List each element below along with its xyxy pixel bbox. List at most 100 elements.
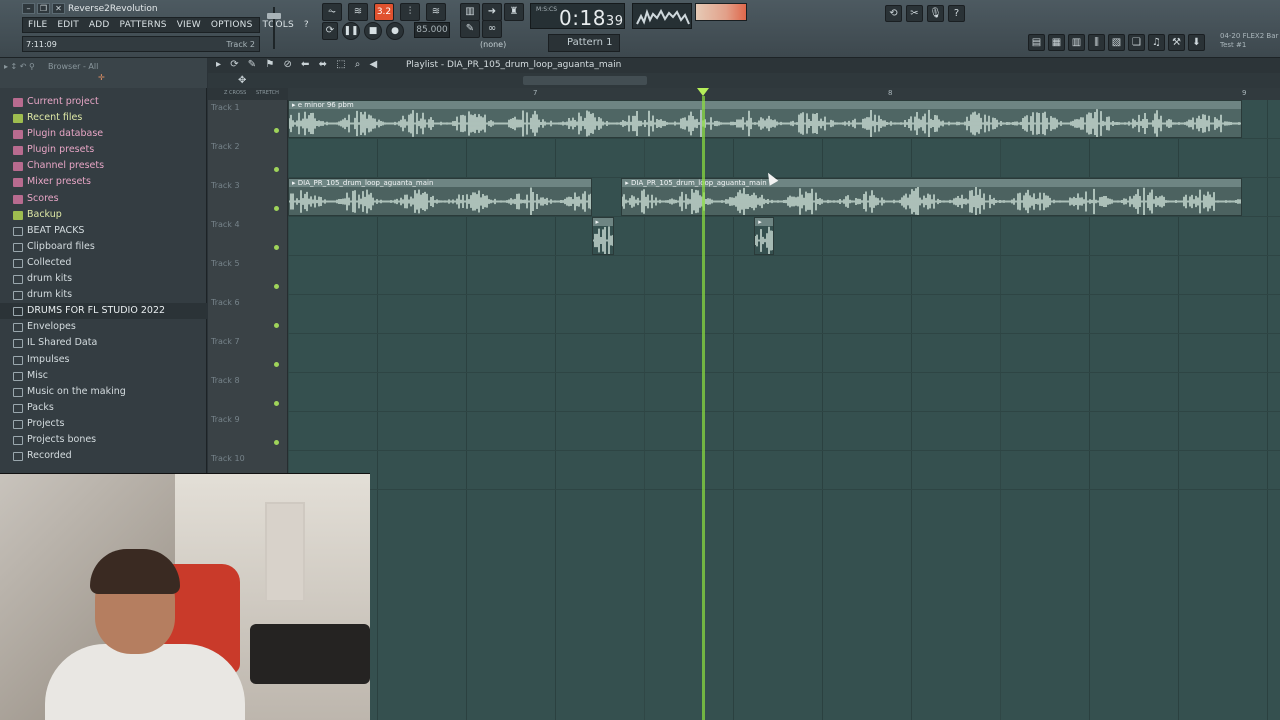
menu-options[interactable]: OPTIONS <box>206 18 258 32</box>
track-enable-led[interactable] <box>274 440 279 445</box>
track-row[interactable]: Track 5 <box>208 256 1280 295</box>
track-enable-led[interactable] <box>274 362 279 367</box>
browser-item[interactable]: Recorded <box>0 448 207 464</box>
track-enable-led[interactable] <box>274 284 279 289</box>
midi-input-selector[interactable]: (none) <box>480 40 506 49</box>
track-header[interactable]: Track 5 <box>208 256 288 295</box>
browser-item[interactable]: Misc <box>0 368 207 384</box>
browser-item[interactable]: Projects <box>0 416 207 432</box>
menu-add[interactable]: ADD <box>84 18 115 32</box>
track-header[interactable]: Track 1 <box>208 100 288 139</box>
menu-edit[interactable]: EDIT <box>52 18 84 32</box>
stop-button[interactable]: ■ <box>364 22 382 40</box>
browser-item[interactable]: Projects bones <box>0 432 207 448</box>
loop-icon[interactable]: ⟳ <box>322 22 338 40</box>
browser-item[interactable]: Scores <box>0 191 207 207</box>
browser-item[interactable]: drum kits <box>0 271 207 287</box>
track-enable-led[interactable] <box>274 245 279 250</box>
browser-item[interactable]: Channel presets <box>0 158 207 174</box>
track-row[interactable]: Track 6 <box>208 295 1280 334</box>
audio-clip[interactable]: ▸ DIA_PR_105_drum_loop_aguanta_main <box>288 178 592 216</box>
browser-options-icon[interactable]: ▸ ↕ ↶ ⚲ <box>4 62 35 71</box>
track-row[interactable]: Track 9 <box>208 412 1280 451</box>
wrench-icon[interactable]: ✎ <box>460 20 480 38</box>
browser-item[interactable]: Collected <box>0 255 207 271</box>
scissors-icon[interactable]: ✂ <box>906 5 923 22</box>
master-volume-slider[interactable] <box>263 5 285 53</box>
menu-view[interactable]: VIEW <box>172 18 206 32</box>
browser-item[interactable]: Backup <box>0 207 207 223</box>
time-display[interactable]: M:S:CS 0:1839 <box>530 3 625 30</box>
pat-song-toggle[interactable]: 3.2 <box>374 3 394 21</box>
browser-item[interactable]: BEAT PACKS <box>0 223 207 239</box>
browser-item[interactable]: Plugin database <box>0 126 207 142</box>
track-header[interactable]: Track 2 <box>208 139 288 178</box>
record-button[interactable]: ● <box>386 22 404 40</box>
step-edit-icon[interactable]: ⫶ <box>400 3 420 21</box>
browser-item[interactable]: Packs <box>0 400 207 416</box>
timeline-ruler[interactable]: 7 8 9 <box>208 88 1280 100</box>
browser-item[interactable]: IL Shared Data <box>0 335 207 351</box>
download-icon[interactable]: ⬇ <box>1188 34 1205 51</box>
track-row[interactable]: Track 8 <box>208 373 1280 412</box>
browser-item[interactable]: drum kits <box>0 287 207 303</box>
track-enable-led[interactable] <box>274 323 279 328</box>
browser-item[interactable]: Envelopes <box>0 319 207 335</box>
track-header[interactable]: Track 9 <box>208 412 288 451</box>
playhead-marker[interactable] <box>697 88 709 96</box>
close-icon[interactable]: ✕ <box>52 3 65 14</box>
help-icon[interactable]: ? <box>948 5 965 22</box>
playlist-tool-icons[interactable]: ▸ ⟳ ✎ ⚑ ⊘ ⬅ ⬌ ⬚ ⌕ ◀ <box>216 59 380 70</box>
pattern-selector[interactable]: Pattern 1 <box>548 34 620 52</box>
track-header[interactable]: Track 7 <box>208 334 288 373</box>
tempo-display[interactable]: 85.000 <box>414 22 450 38</box>
plugin-picker-icon[interactable]: ❏ <box>1128 34 1145 51</box>
browser-icon[interactable]: ▧ <box>1108 34 1125 51</box>
stretch-toggle[interactable]: STRETCH <box>256 90 279 96</box>
browser-item[interactable]: Clipboard files <box>0 239 207 255</box>
track-row[interactable]: Track 4 <box>208 217 1280 256</box>
waveform-icon-2[interactable]: ≋ <box>426 3 446 21</box>
playlist-scrollbar[interactable] <box>523 76 647 85</box>
tools-icon[interactable]: ⚒ <box>1168 34 1185 51</box>
menu-file[interactable]: FILE <box>23 18 52 32</box>
track-header[interactable]: Track 4 <box>208 217 288 256</box>
menu-patterns[interactable]: PATTERNS <box>115 18 172 32</box>
browser-plus-icon[interactable]: ✛ <box>98 73 105 82</box>
track-enable-led[interactable] <box>274 206 279 211</box>
play-pause-button[interactable]: ❚❚ <box>342 22 360 40</box>
minimize-icon[interactable]: – <box>22 3 35 14</box>
track-header[interactable]: Track 6 <box>208 295 288 334</box>
browser-item[interactable]: DRUMS FOR FL STUDIO 2022 <box>0 303 207 320</box>
browser-item[interactable]: Impulses <box>0 352 207 368</box>
track-row[interactable]: Track 7 <box>208 334 1280 373</box>
restore-icon[interactable]: ❐ <box>37 3 50 14</box>
microphone-icon[interactable]: 🎙 <box>927 5 944 22</box>
track-enable-led[interactable] <box>274 401 279 406</box>
track-row[interactable]: Track 2 <box>208 139 1280 178</box>
track-enable-led[interactable] <box>274 167 279 172</box>
line-icon[interactable]: ⏦ <box>322 3 342 21</box>
news-panel[interactable]: 04-20 FLEX2 Bar Test #1 <box>1220 32 1280 50</box>
audio-clip[interactable]: ▸ DIA_PR_105_drum_loop_aguanta_main <box>621 178 1243 216</box>
touch-controller-icon[interactable]: ♫ <box>1148 34 1165 51</box>
arrow-right-icon[interactable]: ➜ <box>482 3 502 21</box>
track-header[interactable]: Track 8 <box>208 373 288 412</box>
browser-item[interactable]: Plugin presets <box>0 142 207 158</box>
master-volume-knob[interactable] <box>267 13 281 19</box>
browser-item[interactable]: Recent files <box>0 110 207 126</box>
playhead[interactable] <box>702 96 705 720</box>
piano-keys-icon[interactable]: ▥ <box>460 3 480 21</box>
waveform-icon[interactable]: ≋ <box>348 3 368 21</box>
refresh-icon[interactable]: ⟲ <box>885 5 902 22</box>
audio-clip[interactable]: ▸ <box>754 217 775 255</box>
menu-help[interactable]: ? <box>299 18 314 32</box>
browser-item[interactable]: Current project <box>0 94 207 110</box>
metronome-icon[interactable]: ♜ <box>504 3 524 21</box>
audio-clip[interactable]: ▸ e minor 96 pbm <box>288 100 1243 138</box>
channel-rack-icon[interactable]: ▥ <box>1068 34 1085 51</box>
crossfade-toggle[interactable]: Z CROSS <box>224 90 246 96</box>
audio-clip[interactable]: ▸ <box>591 217 615 255</box>
playlist-icon[interactable]: ▤ <box>1028 34 1045 51</box>
move-icon[interactable]: ✥ <box>238 75 246 86</box>
